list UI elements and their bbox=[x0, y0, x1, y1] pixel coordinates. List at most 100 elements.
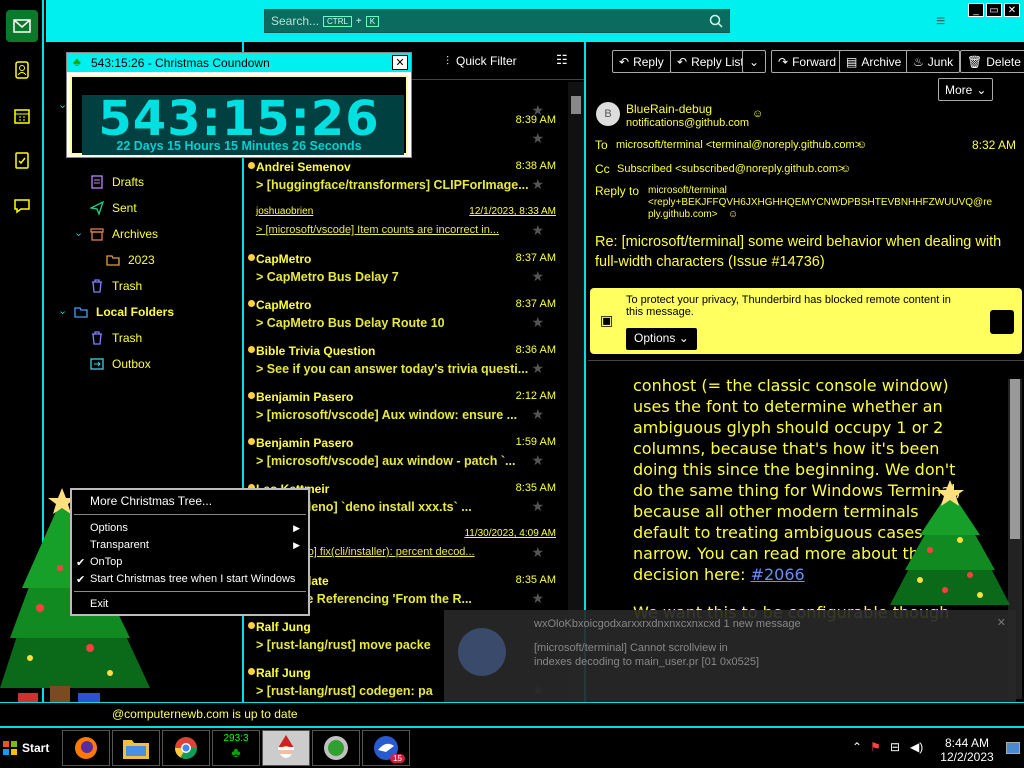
forward-button[interactable]: ↷ Forward bbox=[771, 50, 844, 73]
folder-local-trash[interactable]: Trash bbox=[90, 331, 142, 345]
star-icon[interactable]: ★ bbox=[531, 176, 544, 193]
mail-space-icon[interactable] bbox=[6, 10, 38, 42]
contact-icon[interactable]: ☺ bbox=[856, 139, 867, 151]
folder-trash[interactable]: Trash bbox=[90, 279, 142, 293]
reply-to-line1[interactable]: microsoft/terminal bbox=[648, 185, 727, 196]
list-display-options-icon[interactable]: ☷ bbox=[556, 52, 568, 68]
junk-button[interactable]: ♨ Junk bbox=[906, 50, 961, 73]
reply-list-dropdown[interactable]: ⌄ bbox=[742, 50, 766, 73]
maximize-button[interactable]: ▭ bbox=[986, 3, 1002, 17]
calendar-icon[interactable] bbox=[6, 100, 38, 132]
address-book-icon[interactable] bbox=[6, 54, 38, 86]
star-icon[interactable]: ★ bbox=[531, 544, 544, 561]
chat-icon[interactable] bbox=[6, 190, 38, 222]
start-button[interactable]: Start bbox=[2, 734, 56, 762]
unread-dot bbox=[248, 622, 255, 629]
message-list-scrollbar[interactable] bbox=[568, 82, 584, 702]
message-subject: > CapMetro Bus Delay Route 10 bbox=[256, 316, 445, 330]
star-icon[interactable]: ★ bbox=[531, 590, 544, 607]
tray-flag-icon[interactable]: ⚑ bbox=[870, 740, 881, 754]
tasks-icon[interactable] bbox=[6, 144, 38, 176]
star-icon[interactable]: ★ bbox=[531, 222, 544, 239]
list-item[interactable]: CapMetro 8:37 AM > CapMetro Bus Delay Rout… bbox=[244, 294, 566, 340]
list-item[interactable]: Andrei Semenov 8:38 AM > [huggingface/tran… bbox=[244, 156, 566, 202]
search-input[interactable]: Search... CTRL + K bbox=[264, 9, 730, 33]
list-item[interactable]: joshuaobrien 12/1/2023, 8:33 AM > [microso… bbox=[244, 202, 566, 248]
options-button[interactable]: Options ⌄ bbox=[626, 328, 697, 350]
menu-transparent[interactable]: Transparent bbox=[90, 539, 149, 551]
contact-icon[interactable]: ☺ bbox=[752, 108, 763, 120]
folder-sent[interactable]: Sent bbox=[90, 201, 137, 215]
christmas-tree-right[interactable] bbox=[880, 480, 1020, 610]
star-icon[interactable]: ★ bbox=[531, 498, 544, 515]
quick-filter-button[interactable]: Quick Filter bbox=[456, 54, 517, 68]
reply-list-label: Reply List bbox=[691, 54, 744, 69]
clock[interactable]: 8:44 AM 12/2/2023 bbox=[932, 736, 1002, 764]
list-item[interactable]: Benjamin Pasero 2:12 AM > [microsoft/vscod… bbox=[244, 386, 566, 432]
star-icon[interactable]: ★ bbox=[531, 130, 544, 147]
chevron-down-icon[interactable]: ⌄ bbox=[74, 226, 83, 239]
message-subject: > [microsoft/vscode] aux window - patch … bbox=[256, 454, 516, 468]
close-button[interactable]: ✕ bbox=[392, 55, 408, 70]
close-window-button[interactable]: ✕ bbox=[1004, 3, 1020, 17]
taskbar-chrome[interactable] bbox=[162, 730, 210, 766]
taskbar-thunderbird[interactable]: 15 bbox=[362, 730, 410, 766]
contact-icon[interactable]: ☺ bbox=[840, 163, 851, 175]
star-icon[interactable]: ★ bbox=[531, 452, 544, 469]
folder-local-folders[interactable]: Local Folders bbox=[74, 305, 174, 319]
taskbar-santa[interactable] bbox=[262, 730, 310, 766]
star-icon[interactable]: ★ bbox=[531, 268, 544, 285]
reply-to-line2[interactable]: <reply+BEKJFFQVH6JXHGHHQEMYCNWDPBSHTEVBN… bbox=[648, 197, 992, 208]
folder-outbox[interactable]: Outbox bbox=[90, 357, 151, 371]
menu-options[interactable]: Options bbox=[90, 522, 128, 534]
show-desktop-button[interactable] bbox=[1006, 742, 1020, 754]
tray-volume-icon[interactable]: ◀) bbox=[910, 740, 923, 754]
reply-to-line3[interactable]: ply.github.com> bbox=[648, 209, 718, 220]
taskbar-firefox[interactable] bbox=[62, 730, 110, 766]
cc-value[interactable]: Subscribed <subscribed@noreply.github.co… bbox=[617, 163, 844, 175]
taskbar-countdown[interactable]: 293:3 ♣ bbox=[212, 730, 260, 766]
list-item[interactable]: Benjamin Pasero 1:59 AM > [microsoft/vscod… bbox=[244, 432, 566, 478]
star-icon[interactable]: ★ bbox=[531, 406, 544, 423]
archive-button[interactable]: ▤ Archive bbox=[839, 50, 909, 73]
folder-2023[interactable]: 2023 bbox=[106, 253, 155, 267]
list-item[interactable]: CapMetro 8:37 AM > CapMetro Bus Delay 7 ★ bbox=[244, 248, 566, 294]
from-email[interactable]: notifications@github.com bbox=[626, 117, 749, 129]
issue-link[interactable]: #2066 bbox=[751, 565, 805, 584]
taskbar-explorer[interactable] bbox=[112, 730, 160, 766]
to-value[interactable]: microsoft/terminal <terminal@noreply.git… bbox=[616, 139, 861, 151]
search-icon[interactable] bbox=[709, 14, 723, 31]
tray-expand-icon[interactable]: ⌃ bbox=[852, 740, 862, 754]
search-placeholder: Search... bbox=[271, 14, 320, 28]
notice-close-button[interactable] bbox=[990, 310, 1014, 334]
menu-exit[interactable]: Exit bbox=[90, 598, 108, 610]
star-icon[interactable]: ★ bbox=[531, 360, 544, 377]
scrollbar-thumb[interactable] bbox=[571, 96, 581, 114]
contact-icon[interactable]: ☺ bbox=[728, 209, 738, 220]
more-button[interactable]: More ⌄ bbox=[938, 78, 994, 101]
from-name[interactable]: BlueRain-debug bbox=[626, 102, 712, 116]
subject-text: [microsoft/vscode] Item counts are incor… bbox=[265, 224, 500, 236]
list-item[interactable]: Bible Trivia Question 8:36 AM > See if you… bbox=[244, 340, 566, 386]
app-menu-icon[interactable]: ≡ bbox=[936, 13, 945, 31]
notification-toast[interactable]: wxOloKbxoicgodxarxxrxdnxnxcxnxcxd 1 new … bbox=[444, 610, 1016, 716]
outbox-icon bbox=[90, 358, 104, 370]
countdown-titlebar[interactable]: ♣ 543:15:26 - Christmas Coundown ✕ bbox=[67, 53, 411, 72]
close-icon[interactable]: ✕ bbox=[997, 616, 1006, 629]
reply-list-button[interactable]: ↶ Reply List bbox=[670, 50, 751, 73]
taskbar-gadget[interactable] bbox=[312, 730, 360, 766]
minimize-button[interactable]: _ bbox=[968, 3, 984, 17]
tray-network-icon[interactable]: ⊟ bbox=[890, 740, 900, 754]
christmas-countdown-window[interactable]: ♣ 543:15:26 - Christmas Coundown ✕ 543:1… bbox=[66, 52, 412, 158]
star-icon[interactable]: ★ bbox=[531, 314, 544, 331]
folder-drafts[interactable]: Drafts bbox=[90, 175, 144, 189]
menu-ontop[interactable]: OnTop bbox=[90, 556, 122, 568]
chevron-down-icon[interactable]: ⌄ bbox=[58, 304, 67, 317]
menu-more-christmas-tree[interactable]: More Christmas Tree... bbox=[90, 494, 212, 508]
menu-separator bbox=[74, 514, 306, 515]
menu-start-with-windows[interactable]: Start Christmas tree when I start Window… bbox=[90, 573, 295, 585]
reply-label: Reply bbox=[633, 54, 664, 69]
delete-button[interactable]: 🗑 Delete bbox=[960, 50, 1024, 73]
reply-button[interactable]: ↶ Reply bbox=[612, 50, 671, 73]
folder-archives[interactable]: Archives bbox=[90, 227, 158, 241]
